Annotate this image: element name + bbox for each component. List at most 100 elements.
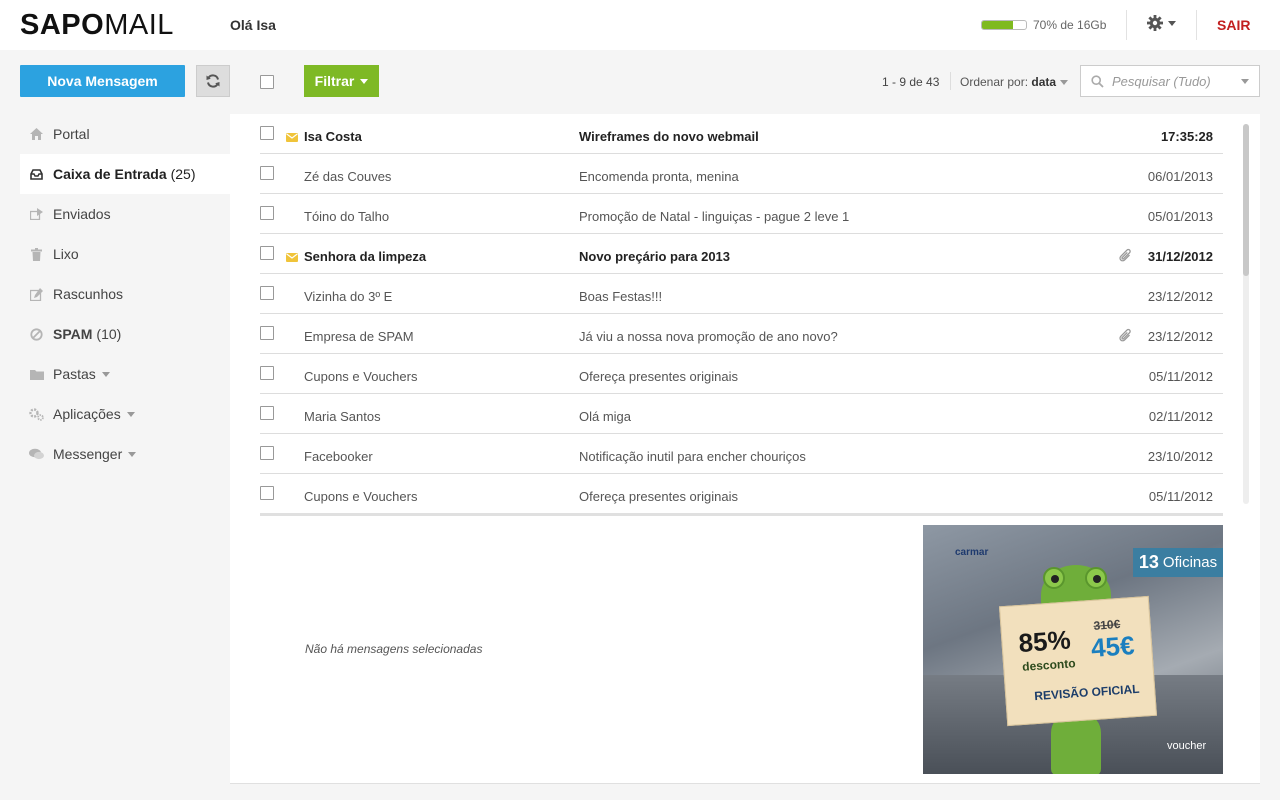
message-subject: Notificação inutil para encher chouriços [579, 449, 806, 464]
sidebar-item-lixo[interactable]: Lixo [20, 234, 230, 274]
ad-badge: 13 Oficinas [1133, 548, 1223, 577]
chevron-down-icon[interactable] [1241, 79, 1249, 84]
ad-discount: 85% [1017, 624, 1072, 659]
select-all-checkbox[interactable] [260, 75, 274, 89]
sidebar-item-label: Enviados [53, 206, 111, 222]
sidebar-item-enviados[interactable]: Enviados [20, 194, 230, 234]
message-subject: Novo preçário para 2013 [579, 249, 731, 264]
sidebar-item-messenger[interactable]: Messenger [20, 434, 230, 474]
sort-value: data [1031, 75, 1057, 89]
message-checkbox[interactable] [260, 166, 274, 180]
message-checkbox[interactable] [260, 486, 274, 500]
advertisement-banner[interactable]: carmar 13 Oficinas 85% desconto 310€ 45€ … [923, 525, 1223, 774]
settings-menu[interactable] [1146, 14, 1176, 32]
message-subject: Boas Festas!!! [579, 289, 663, 304]
refresh-icon [206, 74, 220, 88]
filter-label: Filtrar [314, 73, 355, 89]
sidebar-item-count: (10) [96, 326, 122, 342]
message-row[interactable]: Isa Costa Wireframes do novo webmail 17:35… [260, 114, 1223, 154]
message-row[interactable]: Cupons e Vouchers Ofereça presentes origi… [260, 474, 1223, 514]
filter-button[interactable]: Filtrar [304, 65, 379, 97]
ad-new-price: 45€ [1090, 630, 1136, 664]
ad-badge-number: 13 [1138, 552, 1159, 572]
logout-button[interactable]: SAIR [1217, 17, 1250, 33]
message-checkbox[interactable] [260, 446, 274, 460]
message-row[interactable]: Empresa de SPAM Já viu a nossa nova promo… [260, 314, 1223, 354]
apps-icon [29, 407, 44, 422]
message-subject: Já viu a nossa nova promoção de ano novo… [579, 329, 838, 344]
sidebar-item-caixa-de-entrada[interactable]: Caixa de Entrada (25) [20, 154, 230, 194]
message-checkbox[interactable] [260, 406, 274, 420]
list-bottom-border [260, 513, 1223, 516]
inbox-icon [29, 167, 44, 182]
message-row[interactable]: Zé das Couves Encomenda pronta, menina 06/… [260, 154, 1223, 194]
message-row[interactable]: Senhora da limpeza Novo preçário para 201… [260, 234, 1223, 274]
chevron-down-icon [1168, 20, 1176, 26]
quota-fill [982, 21, 1013, 29]
message-subject: Olá miga [579, 409, 632, 424]
scrollbar-thumb[interactable] [1243, 124, 1249, 276]
sidebar-item-spam[interactable]: SPAM (10) [20, 314, 230, 354]
trash-icon [29, 247, 44, 262]
sidebar-item-pastas[interactable]: Pastas [20, 354, 230, 394]
unread-envelope-icon [286, 130, 298, 145]
message-date: 23/12/2012 [1147, 329, 1213, 344]
message-date: 05/11/2012 [1148, 489, 1213, 504]
message-list: Isa Costa Wireframes do novo webmail 17:35… [260, 114, 1223, 514]
frog-eye-image [1043, 567, 1065, 589]
message-sender: Senhora da limpeza [304, 249, 427, 264]
draft-icon [29, 287, 44, 302]
chevron-down-icon [128, 451, 137, 457]
ad-voucher-logo: voucher [1167, 740, 1207, 752]
sapomail-logo[interactable]: SAPOMAIL [20, 9, 174, 41]
home-icon [29, 127, 44, 142]
sidebar-item-aplicacoes[interactable]: Aplicações [20, 394, 230, 434]
message-checkbox[interactable] [260, 206, 274, 220]
sidebar-item-portal[interactable]: Portal [20, 114, 230, 154]
search-box[interactable] [1080, 65, 1260, 97]
message-row[interactable]: Tóino do Talho Promoção de Natal - lingui… [260, 194, 1223, 234]
refresh-button[interactable] [196, 65, 230, 97]
message-row[interactable]: Cupons e Vouchers Ofereça presentes origi… [260, 354, 1223, 394]
message-date: 05/01/2013 [1147, 209, 1213, 224]
sidebar-item-label: Aplicações [53, 406, 121, 422]
storage-quota: 70% de 16Gb [981, 18, 1106, 32]
sidebar-item-rascunhos[interactable]: Rascunhos [20, 274, 230, 314]
sort-label: Ordenar por: [960, 75, 1029, 89]
sidebar-item-count: (25) [170, 166, 196, 182]
folder-sidebar: Portal Caixa de Entrada (25) Enviados Lixo Ra… [20, 114, 230, 474]
sort-dropdown[interactable]: Ordenar por: data [960, 75, 1069, 89]
message-row[interactable]: Vizinha do 3º E Boas Festas!!! 23/12/2012 [260, 274, 1223, 314]
sidebar-item-label: Caixa de Entrada [53, 166, 167, 182]
message-date: 31/12/2012 [1147, 249, 1213, 264]
message-checkbox[interactable] [260, 326, 274, 340]
message-date: 02/11/2012 [1148, 409, 1213, 424]
search-icon [1091, 74, 1104, 88]
message-checkbox[interactable] [260, 366, 274, 380]
message-list-scrollbar[interactable] [1243, 124, 1249, 504]
message-date: 23/12/2012 [1147, 289, 1213, 304]
spam-icon [29, 327, 44, 342]
message-date: 17:35:28 [1160, 129, 1213, 144]
attachment-icon [1118, 327, 1134, 346]
message-date: 06/01/2013 [1147, 169, 1213, 184]
user-greeting: Olá Isa [230, 17, 276, 33]
pagination-info: 1 - 9 de 43 [882, 75, 940, 89]
message-sender: Cupons e Vouchers [304, 369, 418, 384]
message-row[interactable]: Maria Santos Olá miga 02/11/2012 [260, 394, 1223, 434]
message-checkbox[interactable] [260, 126, 274, 140]
ad-badge-text: Oficinas [1162, 554, 1218, 571]
message-subject: Wireframes do novo webmail [579, 129, 759, 144]
message-row[interactable]: Facebooker Notificação inutil para encher… [260, 434, 1223, 474]
message-checkbox[interactable] [260, 286, 274, 300]
sidebar-item-label: Messenger [53, 446, 123, 462]
new-message-button[interactable]: Nova Mensagem [20, 65, 185, 97]
ad-brand: carmar [955, 547, 989, 558]
message-subject: Promoção de Natal - linguiças - pague 2 … [579, 209, 850, 224]
message-checkbox[interactable] [260, 246, 274, 260]
sidebar-item-label: Pastas [53, 366, 96, 382]
message-date: 05/11/2012 [1148, 369, 1213, 384]
search-input[interactable] [1112, 73, 1232, 89]
message-subject: Ofereça presentes originais [579, 489, 738, 504]
attachment-icon [1118, 247, 1134, 266]
